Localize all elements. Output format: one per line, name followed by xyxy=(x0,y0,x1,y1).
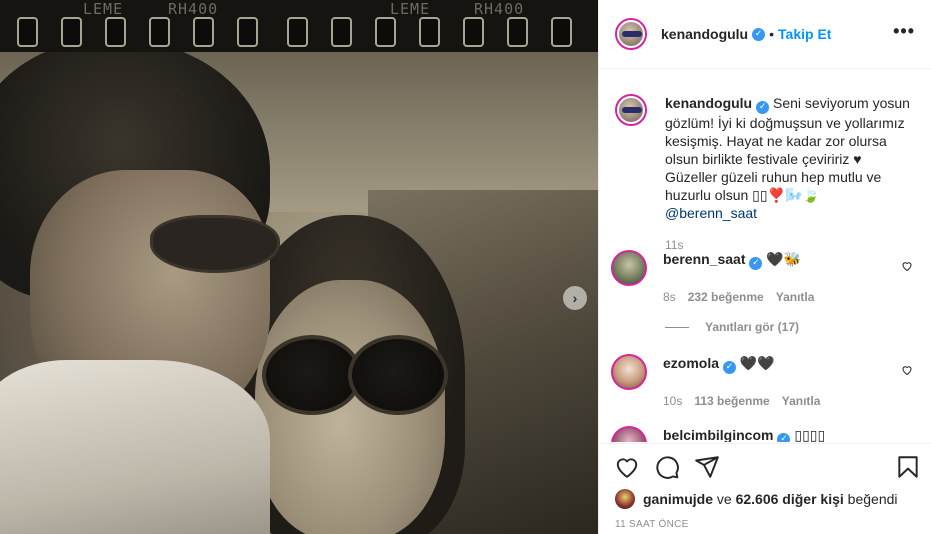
commenter-avatar[interactable] xyxy=(611,250,647,286)
verified-badge-icon: ✓ xyxy=(749,256,763,270)
comment-time: 8s xyxy=(663,289,676,304)
comment-bubble-icon[interactable] xyxy=(654,454,680,480)
carousel-next-button[interactable]: › xyxy=(563,286,587,310)
comment-reply-button[interactable]: Yanıtla xyxy=(776,290,815,304)
post-actions-bar xyxy=(599,443,931,483)
film-label: RH400 xyxy=(474,0,525,18)
save-bookmark-icon[interactable] xyxy=(895,454,921,480)
comments-list[interactable]: kenandogulu ✓ Seni seviyorum yosun gözlüm… xyxy=(599,70,931,442)
film-sprocket xyxy=(375,17,396,47)
comment-likes[interactable]: 113 beğenme xyxy=(694,394,769,408)
verified-badge-icon: ✓ xyxy=(777,432,791,442)
film-sprocket xyxy=(193,17,214,47)
liked-by-text: ganimujde ve 62.606 diğer kişi beğendi xyxy=(643,491,898,507)
caption-text: Seni seviyorum yosun gözlüm! İyi ki doğm… xyxy=(665,95,910,203)
comment-item: belcimbilgincom ✓ ▯▯▯▯ xyxy=(611,426,921,442)
comment-like-heart-icon[interactable] xyxy=(901,364,913,376)
comment-like-heart-icon[interactable] xyxy=(901,260,913,272)
verified-badge-icon: ✓ xyxy=(752,27,766,41)
film-sprocket xyxy=(61,17,82,47)
comment-text: 🖤🖤 xyxy=(739,355,775,371)
post-photo[interactable]: LEME RH400 LEME RH400 › xyxy=(0,0,598,534)
comment-username[interactable]: ezomola xyxy=(663,355,719,371)
verified-badge-icon: ✓ xyxy=(723,360,737,374)
comment-reply-button[interactable]: Yanıtla xyxy=(782,394,821,408)
film-strip: LEME RH400 LEME RH400 xyxy=(0,0,598,52)
post-side-panel: kenandogulu ✓ • Takip Et ••• kenandogulu… xyxy=(598,0,931,534)
header-separator: • xyxy=(769,26,775,42)
verified-badge-icon: ✓ xyxy=(756,100,770,114)
comment-item: ezomola ✓ 🖤🖤 10s 113 beğenme Yanıtla xyxy=(611,354,921,408)
view-replies-button[interactable]: Yanıtları gör (17) xyxy=(665,320,799,334)
liked-by-suffix: beğendi xyxy=(847,491,898,507)
view-replies-label: Yanıtları gör (17) xyxy=(705,320,800,334)
liked-by-count[interactable]: 62.606 diğer kişi xyxy=(736,491,844,507)
film-sprocket xyxy=(463,17,484,47)
film-sprocket xyxy=(331,17,352,47)
film-sprocket xyxy=(17,17,38,47)
follow-button[interactable]: Takip Et xyxy=(778,26,831,42)
comment-text: 🖤🐝 xyxy=(766,251,802,267)
commenter-avatar[interactable] xyxy=(611,354,647,390)
comment-item: berenn_saat ✓ 🖤🐝 8s 232 beğenme Yanıtla xyxy=(611,250,921,304)
film-sprocket xyxy=(507,17,528,47)
film-label: RH400 xyxy=(168,0,219,18)
comment-likes[interactable]: 232 beğenme xyxy=(688,290,764,304)
caption-body: kenandogulu ✓ Seni seviyorum yosun gözlüm… xyxy=(665,94,915,254)
like-heart-icon[interactable] xyxy=(614,454,640,480)
film-sprocket xyxy=(237,17,258,47)
more-options-icon[interactable]: ••• xyxy=(893,22,915,40)
comment-text: ▯▯▯▯ xyxy=(794,427,826,442)
caption-avatar[interactable] xyxy=(615,94,647,126)
author-username[interactable]: kenandogulu xyxy=(661,26,748,42)
liked-by-username[interactable]: ganimujde xyxy=(643,491,713,507)
liked-by-conj: ve xyxy=(716,491,732,507)
liked-by-avatar[interactable] xyxy=(615,489,635,509)
film-sprocket xyxy=(105,17,126,47)
commenter-avatar[interactable] xyxy=(611,426,647,442)
photo-woman-lens-left xyxy=(262,335,362,415)
film-sprocket xyxy=(551,17,572,47)
comment-time: 10s xyxy=(663,393,683,408)
film-sprocket xyxy=(419,17,440,47)
photo-man-glasses xyxy=(150,215,280,273)
share-paper-plane-icon[interactable] xyxy=(694,454,720,480)
film-sprocket xyxy=(287,17,308,47)
chevron-right-icon: › xyxy=(572,290,578,306)
author-avatar[interactable] xyxy=(615,18,647,50)
film-sprocket xyxy=(149,17,170,47)
caption-username[interactable]: kenandogulu xyxy=(665,95,752,111)
post-timestamp[interactable]: 11 SAAT ÖNCE xyxy=(615,519,689,530)
comment-username[interactable]: belcimbilgincom xyxy=(663,427,773,442)
film-label: LEME xyxy=(83,0,124,18)
replies-divider xyxy=(665,326,689,328)
post-caption: kenandogulu ✓ Seni seviyorum yosun gözlüm… xyxy=(599,70,931,254)
liked-by-row: ganimujde ve 62.606 diğer kişi beğendi xyxy=(615,489,898,509)
film-label: LEME xyxy=(390,0,431,18)
photo-woman-lens-right xyxy=(348,335,448,415)
photo-man-shirt xyxy=(0,360,270,534)
comment-username[interactable]: berenn_saat xyxy=(663,251,745,267)
caption-mention[interactable]: @berenn_saat xyxy=(665,205,757,221)
post-header: kenandogulu ✓ • Takip Et ••• xyxy=(599,0,931,69)
